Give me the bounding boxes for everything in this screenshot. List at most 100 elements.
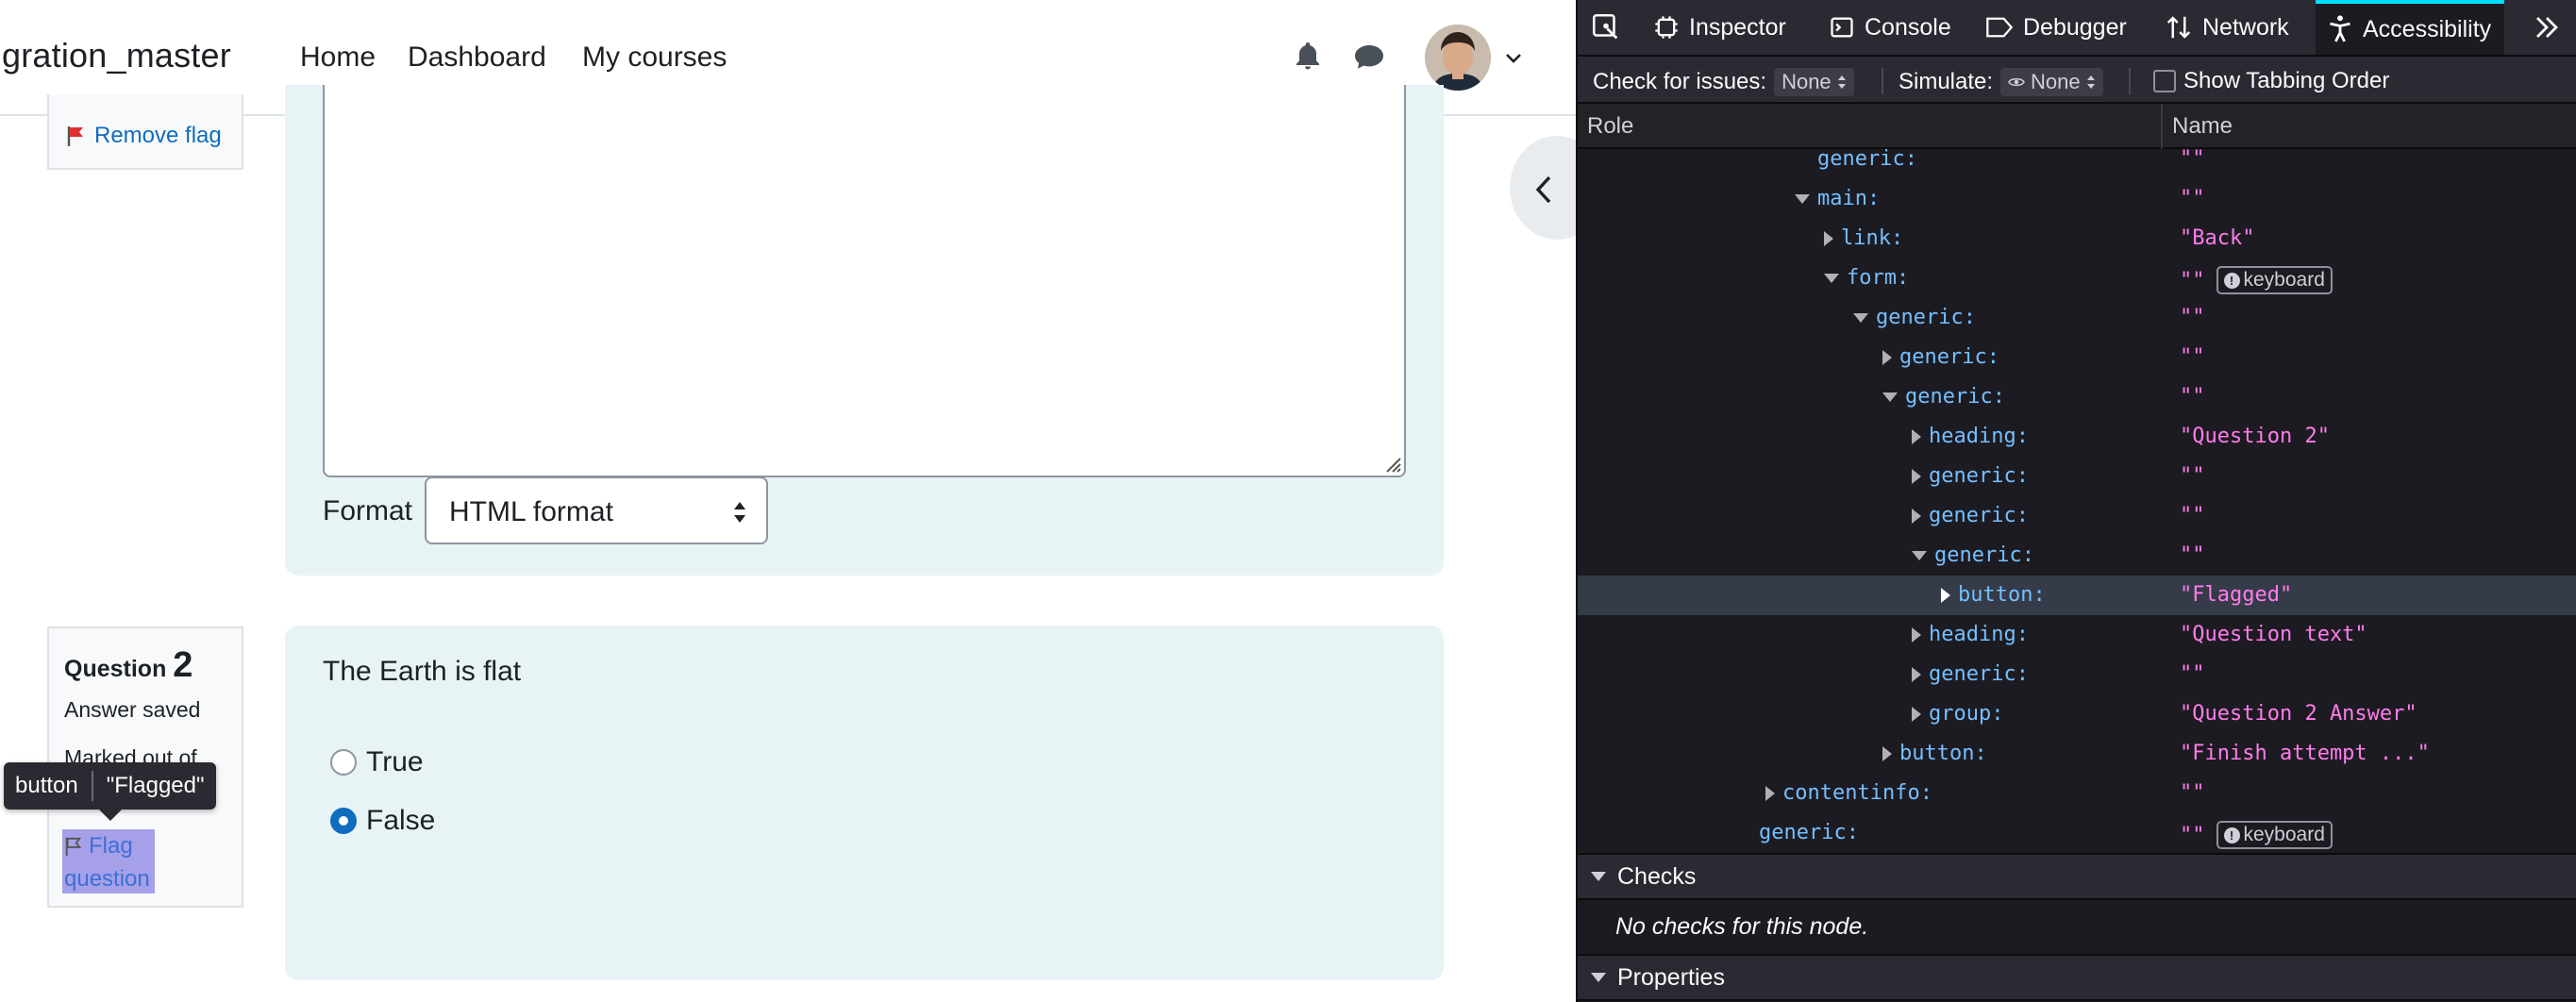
tree-row-role-text: link:	[1841, 226, 1904, 250]
tabbing-order-label: Show Tabbing Order	[2183, 68, 2390, 93]
chat-bubble-icon[interactable]	[1351, 40, 1387, 75]
tree-row[interactable]: contentinfo: ""	[1578, 774, 2576, 813]
twisty-collapsed-icon[interactable]	[1941, 587, 1950, 603]
tree-row-name-text: "Question text"	[2180, 623, 2367, 646]
tree-row[interactable]: generic: ""	[1578, 655, 2576, 694]
simulate-select[interactable]: None	[2000, 68, 2103, 96]
twisty-collapsed-icon[interactable]	[1912, 626, 1921, 643]
tree-row-name: "Flagged"	[2180, 583, 2292, 607]
twisty-expanded-icon[interactable]	[1795, 193, 1810, 204]
tree-row-name-text: ""	[2180, 306, 2205, 329]
twisty-collapsed-icon[interactable]	[1912, 508, 1921, 524]
tree-row-role: link:	[1824, 226, 1903, 250]
twisty-collapsed-icon[interactable]	[1912, 666, 1921, 682]
question-1-info: Remove flag	[47, 94, 243, 170]
bell-icon[interactable]	[1291, 40, 1327, 75]
tree-row[interactable]: group: "Question 2 Answer"	[1578, 694, 2576, 734]
no-checks-message: No checks for this node.	[1578, 902, 2576, 955]
more-tabs-button[interactable]	[2533, 0, 2561, 55]
site-brand[interactable]: gration_master	[2, 36, 231, 75]
nav-my-courses[interactable]: My courses	[582, 42, 727, 74]
chevron-down-icon[interactable]	[1502, 47, 1525, 70]
question-2-content: The Earth is flat True False	[285, 626, 1444, 980]
user-avatar[interactable]	[1425, 25, 1491, 91]
tabbing-order-toggle[interactable]: Show Tabbing Order	[2153, 68, 2389, 94]
twisty-expanded-icon[interactable]	[1853, 312, 1868, 323]
twisty-expanded-icon[interactable]	[1882, 392, 1898, 402]
tree-row[interactable]: button: "Flagged"	[1578, 576, 2576, 615]
tree-row-name: ""	[2180, 306, 2205, 329]
format-select[interactable]: HTML format	[425, 476, 768, 544]
tab-network[interactable]: Network	[2165, 0, 2289, 55]
pick-element-button[interactable]	[1589, 0, 1623, 55]
twisty-expanded-icon[interactable]	[1824, 273, 1839, 283]
tree-row-role: generic:	[1912, 662, 2029, 686]
column-role[interactable]: Role	[1587, 113, 1633, 140]
tree-row[interactable]: generic: ""	[1578, 457, 2576, 496]
tree-row[interactable]: generic: ""	[1578, 377, 2576, 417]
nav-home[interactable]: Home	[300, 42, 376, 74]
twisty-collapsed-icon[interactable]	[1882, 349, 1892, 365]
option-false[interactable]: False	[330, 805, 435, 837]
twisty-collapsed-icon[interactable]	[1882, 745, 1892, 761]
tree-row-role-text: button:	[1899, 742, 1987, 765]
tab-accessibility[interactable]: Accessibility	[2316, 0, 2505, 55]
nav-dashboard[interactable]: Dashboard	[408, 42, 546, 74]
drawer-toggle-button[interactable]	[1510, 136, 1576, 240]
tabbing-order-checkbox[interactable]	[2153, 70, 2176, 92]
twisty-collapsed-icon[interactable]	[1912, 428, 1921, 444]
tree-row[interactable]: generic: ""	[1578, 298, 2576, 338]
tree-row-role: generic:	[1736, 821, 1859, 844]
tab-inspector[interactable]: Inspector	[1653, 0, 1786, 55]
twisty-expanded-icon[interactable]	[1912, 550, 1927, 560]
radio-true[interactable]	[330, 749, 357, 776]
remove-flag-link[interactable]: Remove flag	[66, 123, 222, 149]
twisty-collapsed-icon[interactable]	[1765, 785, 1775, 801]
tree-row-name-text: ""	[2180, 464, 2205, 488]
tab-debugger[interactable]: Debugger	[1985, 0, 2127, 55]
tree-row[interactable]: main: ""	[1578, 179, 2576, 219]
resize-handle-icon[interactable]	[1380, 451, 1402, 474]
tree-row-name: "Question text"	[2180, 623, 2367, 646]
twisty-collapsed-icon[interactable]	[1912, 706, 1921, 722]
tree-row[interactable]: heading: "Question text"	[1578, 615, 2576, 655]
simulate-label: Simulate:	[1899, 69, 1994, 94]
tree-row-role-text: generic:	[1929, 504, 2029, 527]
tree-row-name: "Back"	[2180, 226, 2254, 250]
tree-row-name-text: "Back"	[2180, 226, 2255, 250]
twisty-collapsed-icon[interactable]	[1912, 468, 1921, 484]
tree-row[interactable]: generic: ""	[1578, 496, 2576, 536]
flag-icon	[67, 126, 83, 146]
tree-row[interactable]: heading: "Question 2"	[1578, 417, 2576, 457]
tree-row-role: heading:	[1912, 425, 2029, 448]
tree-row[interactable]: generic: ""	[1578, 536, 2576, 576]
tree-row-name: "Finish attempt ..."	[2180, 742, 2430, 765]
quiz-page: gration_master Home Dashboard My courses	[0, 0, 1576, 1002]
tree-row[interactable]: form: "" ! keyboard	[1578, 259, 2576, 298]
tree-row-name: "Question 2"	[2180, 425, 2330, 448]
tree-row-name: "" ! keyboard	[2180, 266, 2333, 294]
tree-row-name-text: ""	[2180, 543, 2205, 567]
keyboard-issue-badge[interactable]: ! keyboard	[2216, 821, 2333, 849]
tree-row[interactable]: generic: "" ! keyboard	[1578, 813, 2576, 849]
tree-row-role: heading:	[1912, 623, 2029, 646]
properties-section-header[interactable]: Properties	[1578, 954, 2576, 1001]
tree-row[interactable]: button: "Finish attempt ..."	[1578, 734, 2576, 774]
column-name[interactable]: Name	[2172, 113, 2233, 140]
option-true[interactable]: True	[330, 746, 424, 778]
tree-row[interactable]: generic: ""	[1578, 338, 2576, 377]
flag-question-button[interactable]: Flag question	[62, 829, 155, 893]
info-icon: !	[2223, 272, 2240, 289]
radio-false-selected[interactable]	[330, 808, 357, 834]
screen: gration_master Home Dashboard My courses	[0, 0, 2576, 1002]
answer-editor-textarea[interactable]	[323, 85, 1406, 477]
twisty-collapsed-icon[interactable]	[1824, 230, 1833, 246]
tab-console[interactable]: Console	[1829, 0, 1951, 55]
format-select-value: HTML format	[449, 496, 613, 527]
tree-row[interactable]: generic: ""	[1578, 149, 2576, 179]
check-issues-select[interactable]: None	[1774, 68, 1854, 96]
accessibility-icon	[2330, 15, 2350, 42]
keyboard-issue-badge[interactable]: ! keyboard	[2216, 266, 2333, 294]
checks-section-header[interactable]: Checks	[1578, 853, 2576, 900]
tree-row[interactable]: link: "Back"	[1578, 219, 2576, 259]
